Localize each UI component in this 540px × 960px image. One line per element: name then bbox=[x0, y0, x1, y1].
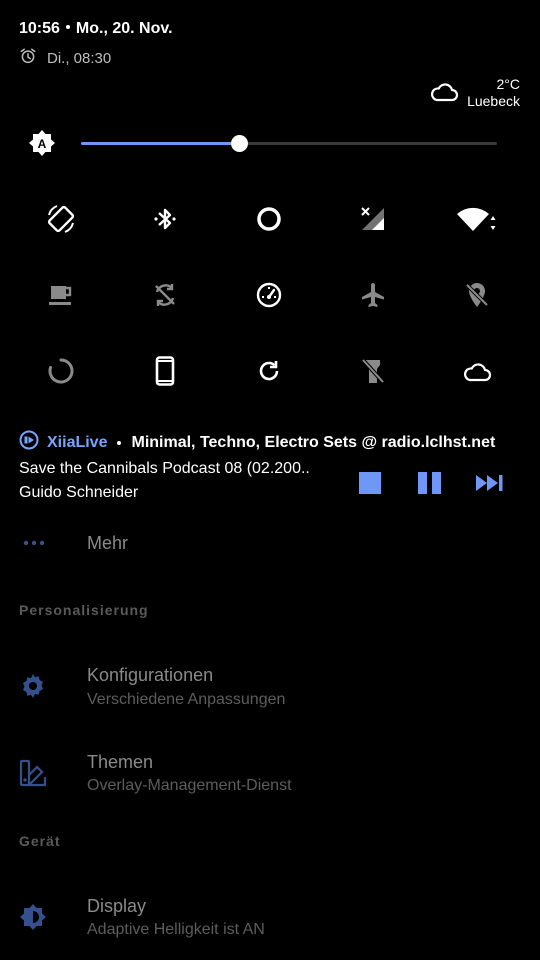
date: Mo., 20. Nov. bbox=[75, 20, 173, 37]
sync-tile[interactable] bbox=[135, 272, 195, 322]
radio-app-icon bbox=[19, 430, 39, 455]
media-header[interactable]: XiiaLive Minimal, Techno, Electro Sets @… bbox=[19, 430, 495, 455]
pause-button[interactable] bbox=[414, 470, 446, 500]
pause-icon bbox=[417, 471, 443, 500]
spinner-icon bbox=[47, 357, 75, 390]
display-brightness-icon bbox=[17, 901, 49, 933]
media-title: Save the Cannibals Podcast 08 (02.200.. bbox=[19, 460, 310, 477]
do-not-disturb-tile[interactable] bbox=[239, 196, 299, 246]
more-dots-icon bbox=[22, 533, 46, 558]
media-station: Minimal, Techno, Electro Sets @ radio.lc… bbox=[131, 433, 496, 451]
cloud-tile[interactable] bbox=[447, 348, 507, 398]
media-artist: Guido Schneider bbox=[19, 484, 139, 501]
brightness-slider[interactable] bbox=[81, 142, 497, 145]
weather-widget[interactable]: 2°C Luebeck bbox=[429, 76, 520, 110]
auto-brightness-icon[interactable]: A bbox=[28, 129, 56, 157]
rotate-screen-icon bbox=[45, 203, 77, 240]
airplane-icon bbox=[359, 281, 387, 314]
weather-temp: 2°C bbox=[496, 76, 521, 92]
caffeine-tile[interactable] bbox=[31, 272, 91, 322]
location-tile[interactable] bbox=[447, 272, 507, 322]
clock-date: 10:56 Mo., 20. Nov. bbox=[19, 20, 173, 38]
weather-location: Luebeck bbox=[467, 93, 520, 109]
display-subtitle: Adaptive Helligkeit ist AN bbox=[87, 921, 265, 938]
section-header-personalisierung: Personalisierung bbox=[19, 602, 149, 618]
flashlight-tile[interactable] bbox=[343, 348, 403, 398]
gear-icon bbox=[17, 670, 49, 702]
refresh-icon bbox=[256, 358, 282, 389]
themes-subtitle: Overlay-Management-Dienst bbox=[87, 777, 292, 794]
skip-next-icon bbox=[475, 473, 505, 498]
alarm-text: Di., 08:30 bbox=[47, 49, 112, 67]
refresh-tile[interactable] bbox=[239, 348, 299, 398]
bluetooth-tile[interactable] bbox=[135, 196, 195, 246]
stop-button[interactable] bbox=[354, 470, 386, 500]
palette-icon bbox=[17, 757, 49, 789]
performance-tile[interactable] bbox=[239, 272, 299, 322]
airplane-mode-tile[interactable] bbox=[343, 272, 403, 322]
clock: 10:56 bbox=[19, 20, 60, 37]
display-title[interactable]: Display bbox=[87, 896, 146, 917]
auto-rotate-tile[interactable] bbox=[31, 196, 91, 246]
stop-icon bbox=[358, 471, 382, 500]
next-track-button[interactable] bbox=[472, 470, 508, 500]
section-header-geraet: Gerät bbox=[19, 833, 61, 849]
config-subtitle: Verschiedene Anpassungen bbox=[87, 691, 286, 708]
flashlight-off-icon bbox=[360, 357, 386, 390]
loading-tile[interactable] bbox=[31, 348, 91, 398]
wifi-tile[interactable] bbox=[447, 196, 507, 246]
mobile-data-tile[interactable] bbox=[343, 196, 403, 246]
phone-icon bbox=[154, 355, 176, 391]
svg-text:A: A bbox=[38, 137, 47, 151]
signal-off-icon bbox=[358, 204, 388, 239]
alarm-icon bbox=[19, 47, 37, 69]
bluetooth-icon bbox=[152, 204, 178, 239]
more-item[interactable]: Mehr bbox=[87, 533, 128, 554]
next-alarm[interactable]: Di., 08:30 bbox=[19, 47, 111, 69]
sync-off-icon bbox=[151, 281, 179, 314]
coffee-cup-icon bbox=[46, 281, 76, 314]
config-title[interactable]: Konfigurationen bbox=[87, 665, 213, 686]
themes-title[interactable]: Themen bbox=[87, 752, 153, 773]
circle-icon bbox=[255, 205, 283, 238]
media-app-name: XiiaLive bbox=[47, 433, 108, 451]
device-tile[interactable] bbox=[135, 348, 195, 398]
brightness-fill bbox=[81, 142, 240, 145]
cloud-icon bbox=[462, 360, 492, 387]
wifi-icon bbox=[455, 204, 499, 239]
location-off-icon bbox=[463, 281, 491, 314]
cloud-icon bbox=[429, 80, 459, 107]
gauge-icon bbox=[255, 281, 283, 314]
brightness-thumb[interactable] bbox=[231, 135, 249, 152]
